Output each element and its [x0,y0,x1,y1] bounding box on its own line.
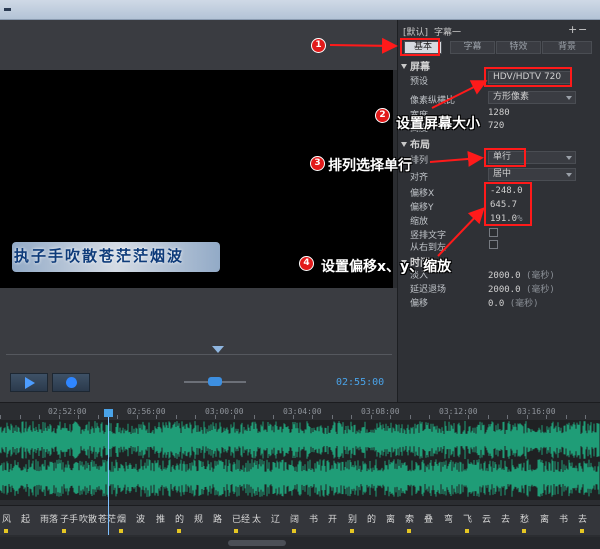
caption-cell[interactable]: 路 [213,512,222,525]
ruler-tick [371,415,372,419]
caption-cell[interactable]: 规 [194,512,203,525]
ruler-tick [585,415,586,419]
ruler-tick [39,415,40,419]
callout-note-3: 排列选择单行 [328,158,412,174]
caption-cell[interactable]: 云 [482,512,491,525]
caption-cell[interactable]: 推 [156,512,165,525]
ruler-tick-label: 03:16:00 [517,407,556,416]
ruler-tick [351,415,352,419]
caption-marker [522,529,526,533]
waveform-channel [0,459,600,497]
callout-badge-1: 1 [311,38,326,53]
arrow-3 [429,150,484,167]
ruler-tick [449,415,450,419]
ruler-tick-label: 03:12:00 [439,407,478,416]
caption-cell[interactable]: 愁 [520,512,529,525]
ruler-tick [20,415,21,419]
callout-badge-4: 4 [299,256,314,271]
caption-cell[interactable]: 太 [252,512,261,525]
ruler-tick [98,415,99,419]
waveform-channel [0,421,600,459]
caption-cell[interactable]: 书 [559,512,568,525]
caption-marker [292,529,296,533]
ruler-tick [156,415,157,419]
ruler-tick [78,415,79,419]
ruler-tick-label: 03:08:00 [361,407,400,416]
caption-cell[interactable]: 子手 [60,512,78,525]
ruler-tick-label: 02:56:00 [127,407,166,416]
audio-waveform [0,421,600,497]
caption-cell[interactable]: 离 [386,512,395,525]
ruler-tick [566,415,567,419]
ruler-tick [293,415,294,419]
callout-note-2: 设置屏幕大小 [396,116,480,132]
caption-cell[interactable]: 离 [540,512,549,525]
playhead-handle-icon[interactable] [104,409,113,417]
callout-badge-2: 2 [375,108,390,123]
ruler-tick [176,415,177,419]
ruler-tick [273,415,274,419]
caption-cell[interactable]: 已经 [232,512,250,525]
arrow-2 [431,80,488,109]
caption-cell[interactable]: 飞 [463,512,472,525]
ruler-tick [254,415,255,419]
ruler-tick [59,415,60,419]
arrow-1 [329,37,398,54]
ruler-tick [215,415,216,419]
ruler-tick [332,415,333,419]
caption-cell[interactable]: 阔 [290,512,299,525]
caption-marker [4,529,8,533]
caption-cell[interactable]: 辽 [271,512,280,525]
ruler-tick [390,415,391,419]
caption-marker [407,529,411,533]
caption-cell[interactable]: 的 [367,512,376,525]
caption-marker [465,529,469,533]
ruler-tick [410,415,411,419]
caption-cell[interactable]: 风 [2,512,11,525]
caption-cell[interactable]: 去 [578,512,587,525]
playhead[interactable] [108,410,109,535]
timeline-scrollbar-thumb[interactable] [228,540,286,546]
caption-cell[interactable]: 吹散 [79,512,97,525]
caption-cell[interactable]: 波 [136,512,145,525]
caption-cell[interactable]: 弯 [444,512,453,525]
caption-cell[interactable]: 起 [21,512,30,525]
caption-marker [234,529,238,533]
ruler-tick [195,415,196,419]
caption-cell[interactable]: 的 [175,512,184,525]
ruler-tick [137,415,138,419]
caption-cell[interactable]: 叠 [424,512,433,525]
caption-cell[interactable]: 索 [405,512,414,525]
caption-marker [119,529,123,533]
caption-cell[interactable]: 苍茫 [98,512,116,525]
ruler-tick-label: 03:00:00 [205,407,244,416]
ruler-tick [507,415,508,419]
caption-marker [350,529,354,533]
caption-cell[interactable]: 书 [309,512,318,525]
ruler-tick [312,415,313,419]
ruler-tick [527,415,528,419]
ruler-tick [0,415,1,419]
caption-marker [177,529,181,533]
ruler-tick-label: 03:04:00 [283,407,322,416]
callout-note-4: 设置偏移x、y、缩放 [321,259,452,275]
caption-marker [62,529,66,533]
caption-cell[interactable]: 雨落 [40,512,58,525]
ruler-tick [234,415,235,419]
callout-badge-3: 3 [310,156,325,171]
timeline-scrollbar[interactable] [0,537,600,549]
ruler-tick-label: 02:52:00 [48,407,87,416]
caption-cell[interactable]: 开 [328,512,337,525]
ruler-tick [468,415,469,419]
caption-cell[interactable]: 别 [348,512,357,525]
arrow-4 [437,207,485,257]
ruler-tick [117,415,118,419]
caption-cell[interactable]: 烟 [117,512,126,525]
ruler-tick [488,415,489,419]
caption-cell[interactable]: 去 [501,512,510,525]
ruler-tick [546,415,547,419]
caption-marker [580,529,584,533]
ruler-tick [429,415,430,419]
